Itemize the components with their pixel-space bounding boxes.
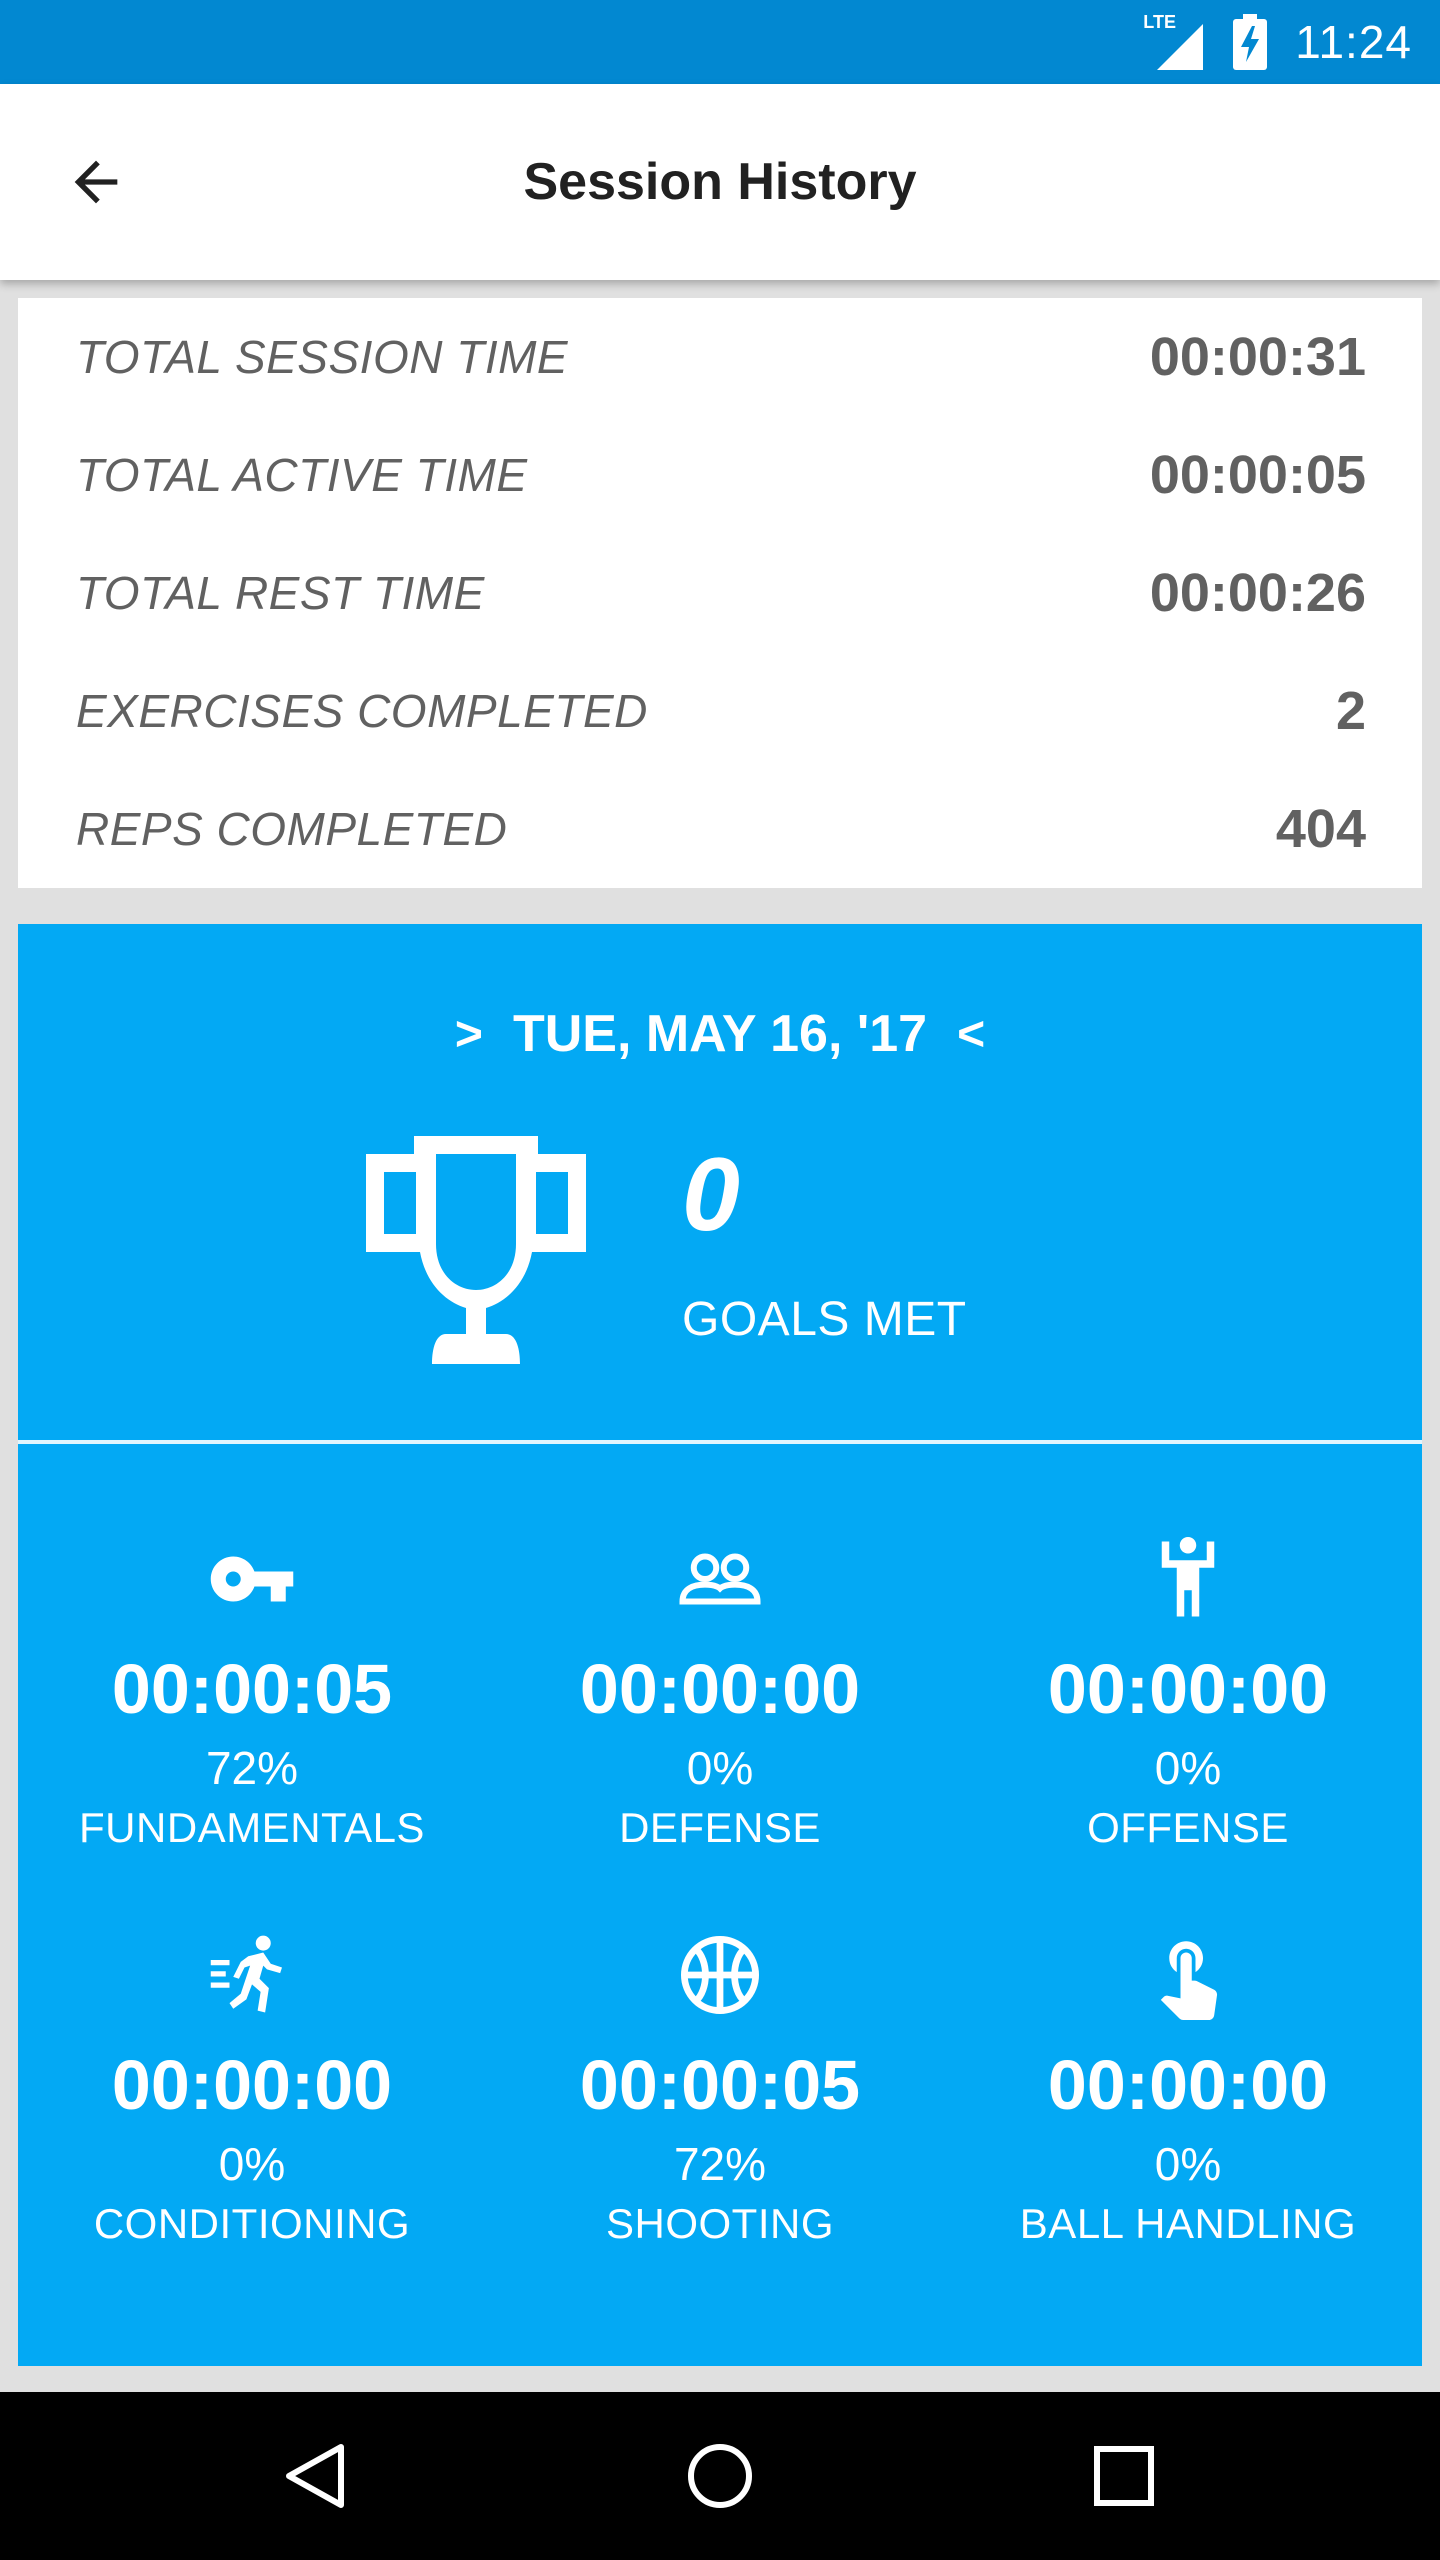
navigation-bar (0, 2392, 1440, 2560)
summary-value: 00:00:26 (1149, 563, 1366, 623)
stat-percent: 0% (1154, 2138, 1222, 2190)
next-date-button[interactable]: < (927, 1007, 1015, 1062)
running-icon (210, 1935, 282, 2013)
summary-value: 00:00:05 (1149, 445, 1366, 505)
summary-row-rest-time: TOTAL REST TIME 00:00:26 (76, 534, 1366, 652)
status-time: 11:24 (1295, 16, 1412, 68)
summary-row-exercises: EXERCISES COMPLETED 2 (76, 652, 1366, 770)
nav-back-button[interactable] (266, 2426, 366, 2526)
player-arms-up-icon (1161, 1537, 1215, 1617)
stat-percent: 0% (218, 2138, 286, 2190)
page-title: Session History (523, 153, 917, 211)
status-bar: LTE 11:24 (0, 0, 1440, 84)
stat-name: DEFENSE (619, 1804, 821, 1851)
basketball-icon (681, 1936, 759, 2014)
nav-back-icon (286, 2444, 344, 2508)
stat-name: BALL HANDLING (1019, 2200, 1357, 2247)
stat-percent: 0% (686, 1742, 754, 1794)
summary-label: TOTAL ACTIVE TIME (76, 449, 528, 501)
divider (18, 1440, 1422, 1444)
summary-value: 2 (1335, 681, 1366, 741)
previous-date-button[interactable]: > (425, 1007, 513, 1062)
app-bar: Session History (0, 84, 1440, 280)
date-selector: > TUE, MAY 16, '17 < (18, 984, 1422, 1084)
summary-value: 00:00:31 (1149, 327, 1366, 387)
nav-recents-button[interactable] (1074, 2426, 1174, 2526)
stat-name: OFFENSE (1087, 1804, 1289, 1851)
back-button[interactable] (56, 142, 136, 222)
stat-name: SHOOTING (605, 2200, 834, 2247)
summary-row-session-time: TOTAL SESSION TIME 00:00:31 (76, 298, 1366, 416)
key-icon (210, 1556, 294, 1602)
stat-name: FUNDAMENTALS (79, 1804, 425, 1851)
nav-home-icon (688, 2444, 752, 2508)
summary-value: 404 (1275, 799, 1366, 859)
stat-percent: 72% (205, 1742, 299, 1794)
stat-time: 00:00:05 (579, 2046, 861, 2124)
battery-charging-icon (1233, 14, 1268, 70)
session-summary-card: TOTAL SESSION TIME 00:00:31 TOTAL ACTIVE… (18, 298, 1422, 888)
stat-time: 00:00:00 (579, 1650, 861, 1728)
stat-ball-handling: 00:00:00 0% BALL HANDLING (954, 1930, 1422, 2254)
goals-met-count: 0 (682, 1137, 740, 1253)
people-icon (679, 1553, 761, 1605)
session-detail-card: > TUE, MAY 16, '17 < 0 GOALS MET 00:00:0… (18, 924, 1422, 2366)
touch-icon (1160, 1941, 1218, 2020)
trophy-icon (366, 1136, 586, 1364)
stat-fundamentals: 00:00:05 72% FUNDAMENTALS (18, 1534, 486, 1858)
summary-label: TOTAL SESSION TIME (76, 331, 569, 383)
stat-offense: 00:00:00 0% OFFENSE (954, 1534, 1422, 1858)
stat-time: 00:00:00 (1047, 2046, 1329, 2124)
goals-met-label: GOALS MET (682, 1293, 967, 1346)
stat-time: 00:00:00 (111, 2046, 393, 2124)
stat-defense: 00:00:00 0% DEFENSE (486, 1534, 954, 1858)
nav-home-button[interactable] (670, 2426, 770, 2526)
stat-conditioning: 00:00:00 0% CONDITIONING (18, 1930, 486, 2254)
stat-percent: 72% (673, 2138, 767, 2190)
summary-label: EXERCISES COMPLETED (76, 685, 648, 737)
stat-shooting: 00:00:05 72% SHOOTING (486, 1930, 954, 2254)
signal-icon: LTE (1143, 10, 1207, 74)
stat-percent: 0% (1154, 1742, 1222, 1794)
summary-label: REPS COMPLETED (76, 803, 508, 855)
session-date: TUE, MAY 16, '17 (512, 1005, 928, 1063)
stat-time: 00:00:00 (1047, 1650, 1329, 1728)
stat-time: 00:00:05 (111, 1650, 393, 1728)
stat-name: CONDITIONING (93, 2200, 411, 2247)
summary-row-active-time: TOTAL ACTIVE TIME 00:00:05 (76, 416, 1366, 534)
summary-label: TOTAL REST TIME (76, 567, 485, 619)
arrow-back-icon (74, 160, 118, 204)
summary-row-reps: REPS COMPLETED 404 (76, 770, 1366, 888)
nav-recents-icon (1094, 2446, 1154, 2506)
